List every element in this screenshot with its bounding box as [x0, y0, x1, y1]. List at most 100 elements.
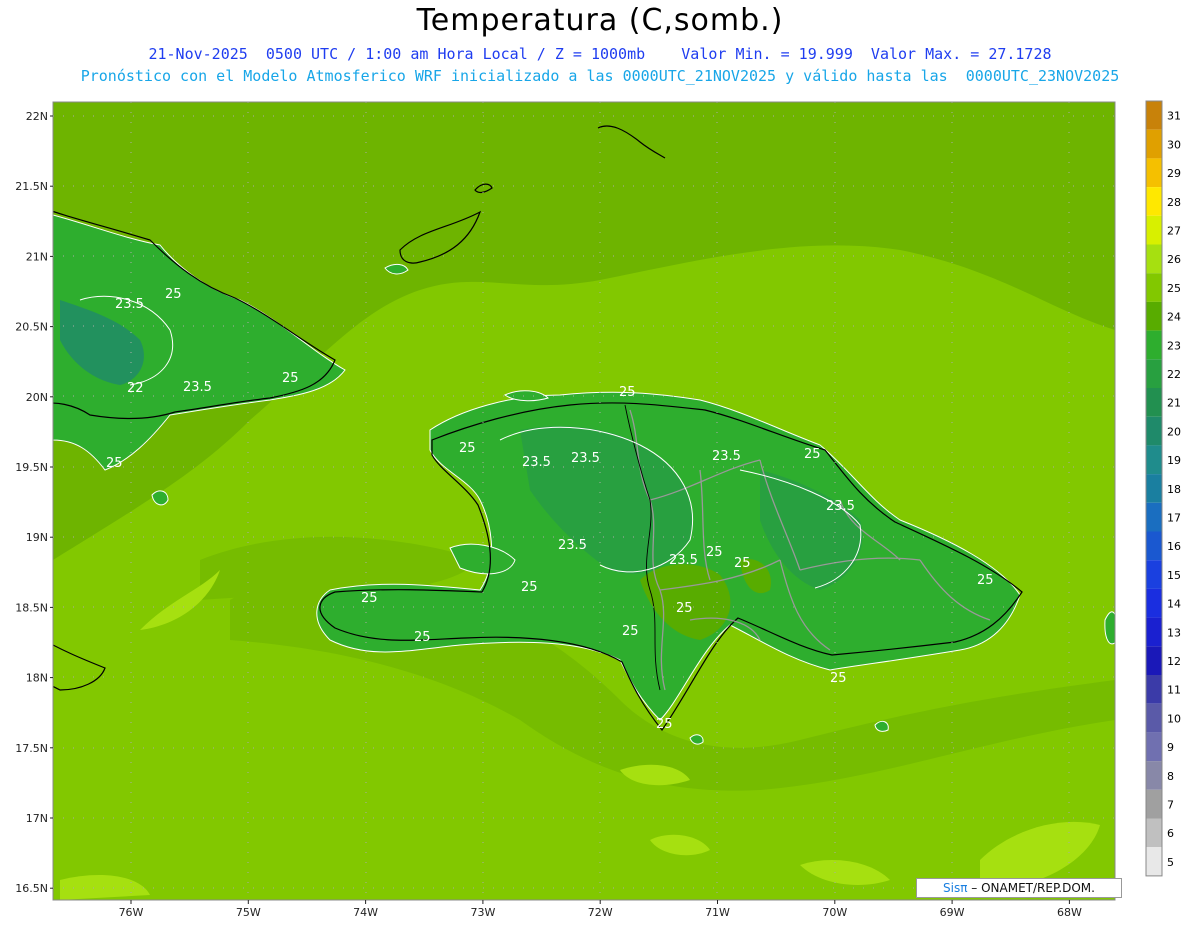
small-island	[874, 720, 889, 732]
contour-label: 25	[521, 580, 538, 595]
contour-label: 23.5	[669, 553, 698, 568]
colorbar-swatch	[1146, 675, 1162, 704]
colorbar-swatch	[1146, 847, 1162, 876]
colorbar-swatch	[1146, 416, 1162, 446]
colorbar-swatch	[1146, 531, 1162, 561]
colorbar-swatch	[1146, 588, 1162, 618]
colorbar-label: 27	[1167, 225, 1181, 238]
colorbar-swatch	[1146, 789, 1162, 819]
lat-tick-label: 16.5N	[15, 882, 48, 895]
colorbar: 31 30 29 28 27 26 25 24 23 22 21 20 19 18 17 16 15 14 13 12…	[1145, 100, 1181, 877]
lat-tick-label: 17N	[26, 812, 48, 825]
contour-label: 25	[804, 447, 821, 462]
lat-tick-label: 19.5N	[15, 461, 48, 474]
contour-label: 25	[619, 385, 636, 400]
colorbar-label: 22	[1167, 368, 1181, 381]
lat-tick-label: 18.5N	[15, 601, 48, 614]
contour-label: 25	[282, 371, 299, 386]
lon-tick-label: 75W	[236, 906, 261, 919]
contour-label: 25	[830, 671, 847, 686]
colorbar-swatch	[1146, 244, 1162, 274]
lon-tick-label: 69W	[940, 906, 965, 919]
lat-tick-label: 20N	[26, 391, 48, 404]
colorbar-label: 15	[1167, 569, 1181, 582]
colorbar-label: 8	[1167, 770, 1174, 783]
lat-tick-label: 22N	[26, 110, 48, 123]
colorbar-swatch	[1146, 732, 1162, 762]
colorbar-label: 29	[1167, 167, 1181, 180]
colorbar-swatch	[1146, 129, 1162, 159]
colorbar-label: 23	[1167, 339, 1181, 352]
colorbar-label: 31	[1167, 110, 1181, 123]
colorbar-swatch	[1146, 301, 1162, 331]
colorbar-label: 18	[1167, 483, 1181, 496]
lon-tick-label: 70W	[822, 906, 847, 919]
colorbar-swatch	[1146, 761, 1162, 790]
colorbar-swatch	[1146, 703, 1162, 733]
colorbar-label: 11	[1167, 684, 1181, 697]
lon-tick-label: 76W	[119, 906, 144, 919]
lon-tick-label: 73W	[470, 906, 495, 919]
colorbar-swatch	[1146, 330, 1162, 360]
sispi-logo-text: Sisπ	[943, 881, 968, 895]
colorbar-swatch	[1146, 273, 1162, 302]
colorbar-swatch	[1146, 818, 1162, 848]
lon-tick-label: 71W	[705, 906, 730, 919]
colorbar-label: 12	[1167, 655, 1181, 668]
temperature-map: 23.5 25 25 22 23.5 25 25 25 23.5 23.5 23…	[15, 100, 1181, 919]
small-island	[1104, 611, 1115, 645]
colorbar-swatch	[1146, 646, 1162, 675]
contour-label: 25	[706, 545, 723, 560]
colorbar-label: 6	[1167, 827, 1174, 840]
contour-label: 25	[459, 441, 476, 456]
lon-tick-label: 74W	[353, 906, 378, 919]
colorbar-label: 21	[1167, 397, 1181, 410]
colorbar-swatch	[1146, 388, 1162, 417]
colorbar-swatch	[1146, 359, 1162, 388]
colorbar-label: 10	[1167, 712, 1181, 725]
contour-label: 25	[165, 287, 182, 302]
contour-label: 25	[977, 573, 994, 588]
contour-label: 25	[676, 601, 693, 616]
contour-label: 23.5	[522, 455, 551, 470]
lat-tick-label: 20.5N	[15, 321, 48, 334]
colorbar-swatch	[1146, 474, 1162, 503]
colorbar-swatch	[1146, 617, 1162, 647]
contour-label: 23.5	[712, 449, 741, 464]
contour-label: 23.5	[183, 380, 212, 395]
colorbar-label: 25	[1167, 282, 1181, 295]
contour-label: 22	[127, 381, 144, 396]
lat-tick-label: 19N	[26, 531, 48, 544]
colorbar-label: 16	[1167, 540, 1181, 553]
credit-text: – ONAMET/REP.DOM.	[967, 881, 1095, 895]
colorbar-swatch	[1146, 445, 1162, 475]
colorbar-swatch	[1146, 158, 1162, 188]
colorbar-swatch	[1146, 560, 1162, 589]
colorbar-label: 24	[1167, 311, 1181, 324]
contour-label: 23.5	[558, 538, 587, 553]
colorbar-label: 7	[1167, 799, 1174, 812]
colorbar-label: 5	[1167, 856, 1174, 869]
colorbar-label: 17	[1167, 512, 1181, 525]
lat-tick-label: 18N	[26, 672, 48, 685]
contour-label: 25	[656, 717, 673, 732]
credit-box: Sisπ – ONAMET/REP.DOM.	[916, 878, 1122, 898]
contour-label: 23.5	[571, 451, 600, 466]
latitude-axis: 22N 21.5N 21N 20.5N 20N 19.5N 19N 18.5N 18N 17.5N…	[15, 110, 53, 895]
colorbar-label: 30	[1167, 138, 1181, 151]
colorbar-label: 13	[1167, 626, 1181, 639]
lat-tick-label: 21.5N	[15, 180, 48, 193]
colorbar-label: 28	[1167, 196, 1181, 209]
contour-label: 25	[361, 591, 378, 606]
colorbar-swatch	[1146, 215, 1162, 245]
contour-label: 25	[622, 624, 639, 639]
colorbar-label: 20	[1167, 425, 1181, 438]
colorbar-label: 26	[1167, 253, 1181, 266]
contour-label: 25	[106, 456, 123, 471]
contour-label: 23.5	[115, 297, 144, 312]
lon-tick-label: 72W	[588, 906, 613, 919]
longitude-axis: 76W 75W 74W 73W 72W 71W 70W 69W 68W	[119, 900, 1082, 919]
contour-label: 25	[734, 556, 751, 571]
colorbar-label: 19	[1167, 454, 1181, 467]
contour-label: 25	[414, 630, 431, 645]
